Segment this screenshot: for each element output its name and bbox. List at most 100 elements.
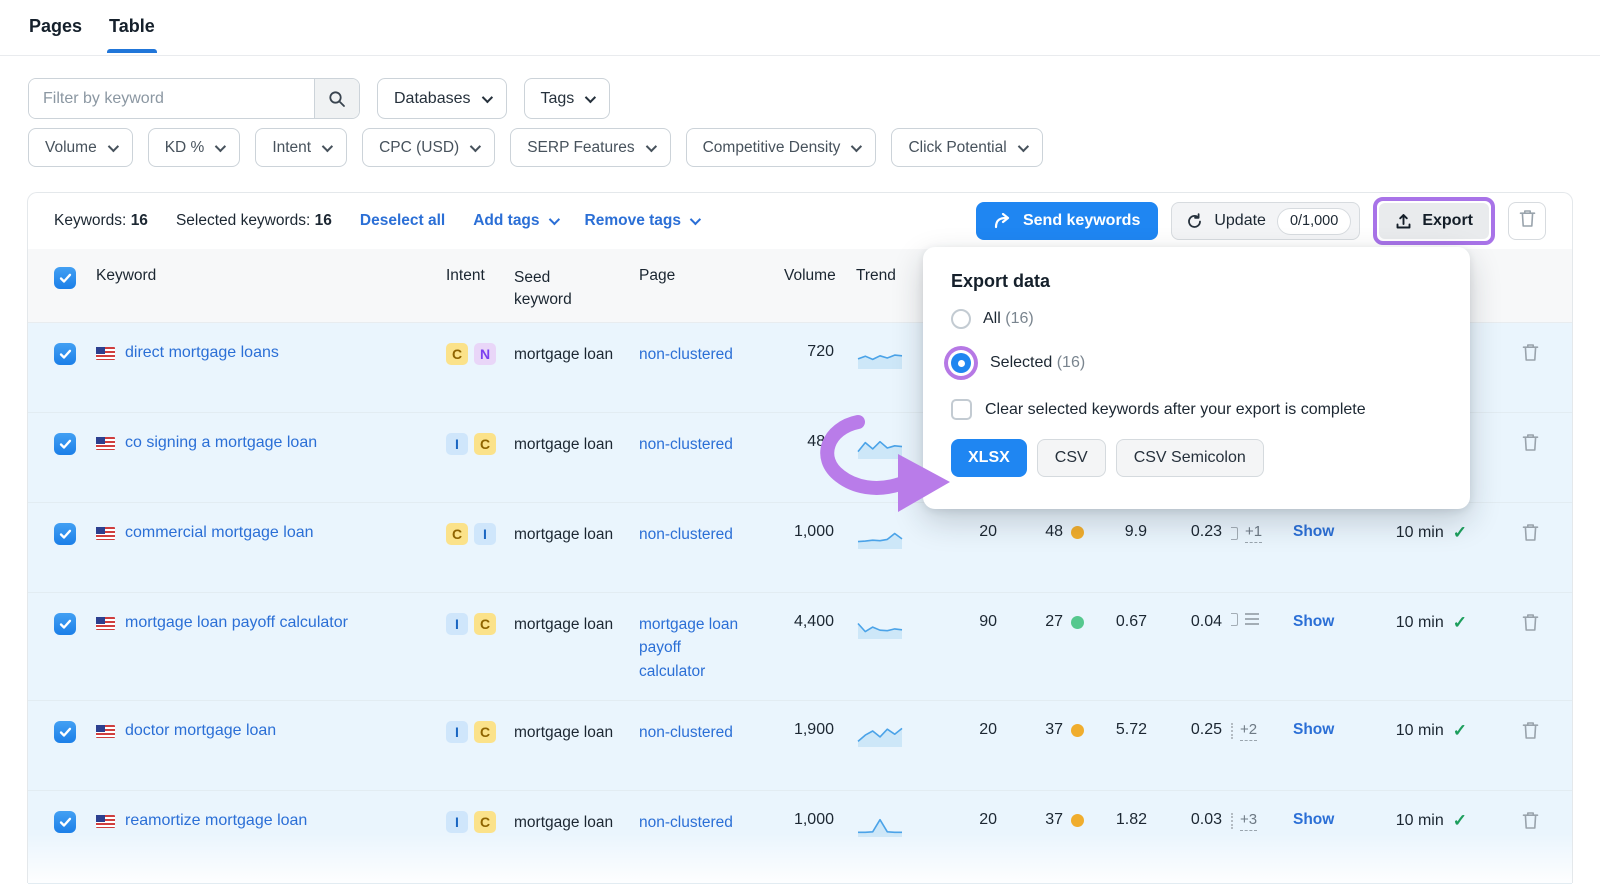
select-all-checkbox[interactable] [54, 267, 76, 289]
serp-extra-count[interactable]: +3 [1240, 811, 1257, 831]
filter-dropdown-label: Databases [394, 90, 471, 108]
search-button[interactable] [314, 79, 359, 118]
popup-title: Export data [951, 271, 1442, 292]
row-checkbox[interactable] [54, 433, 76, 455]
header-keyword[interactable]: Keyword [84, 267, 446, 322]
serp-extra-count[interactable]: +2 [1240, 721, 1257, 741]
row-checkbox[interactable] [54, 721, 76, 743]
filter-dropdown-label: Competitive Density [703, 139, 841, 157]
radio-unselected[interactable] [951, 309, 971, 329]
cpc-cell: 1.82 [1084, 811, 1147, 883]
row-delete-button[interactable] [1475, 721, 1572, 740]
keyword-link[interactable]: reamortize mortgage loan [125, 811, 307, 832]
header-seed-keyword[interactable]: Seed keyword [514, 267, 634, 322]
keyword-link[interactable]: doctor mortgage loan [125, 721, 276, 742]
volume-cell: 1,000 [784, 523, 840, 592]
filter-dropdown-tags[interactable]: Tags [524, 78, 611, 119]
trend-cell [840, 721, 914, 790]
show-link[interactable]: Show [1282, 523, 1358, 541]
volume-cell: 1,900 [784, 721, 840, 790]
trend-sparkline [856, 614, 904, 640]
serp-sitelinks-icon [1231, 613, 1238, 626]
export-option-label: Selected (16) [990, 354, 1085, 372]
serp-snippet-icon [1245, 613, 1259, 626]
export-format-csv[interactable]: CSV [1037, 439, 1106, 477]
remove-tags-dropdown[interactable]: Remove tags [585, 212, 698, 230]
delete-all-button[interactable] [1508, 202, 1546, 240]
intent-badge-c: C [474, 721, 496, 743]
show-link[interactable]: Show [1282, 811, 1358, 829]
clear-selected-checkbox[interactable] [951, 399, 972, 420]
row-delete-button[interactable] [1475, 811, 1572, 830]
search-input[interactable] [29, 79, 314, 118]
keyword-link[interactable]: co signing a mortgage loan [125, 433, 317, 454]
serp-sitelinks-icon [1231, 527, 1238, 540]
chevron-down-icon [322, 140, 333, 151]
filter-dropdown-click-potential[interactable]: Click Potential [891, 128, 1042, 167]
send-keywords-button[interactable]: Send keywords [976, 202, 1158, 240]
us-flag-icon [96, 725, 115, 738]
page-link[interactable]: non-clustered [639, 721, 733, 744]
trash-icon [1519, 209, 1536, 233]
export-option-label: All (16) [983, 310, 1034, 328]
radio-selected[interactable] [951, 353, 971, 373]
add-tags-dropdown[interactable]: Add tags [473, 212, 556, 230]
header-trend[interactable]: Trend [840, 267, 914, 322]
row-checkbox[interactable] [54, 613, 76, 635]
metric-cell: 20 [914, 811, 997, 883]
table-row: mortgage loan payoff calculatorICmortgag… [28, 593, 1572, 701]
update-button[interactable]: Update 0/1,000 [1171, 202, 1360, 240]
row-checkbox[interactable] [54, 343, 76, 365]
keyword-link[interactable]: commercial mortgage loan [125, 523, 314, 544]
row-delete-button[interactable] [1475, 613, 1572, 632]
trash-icon [1522, 433, 1539, 452]
header-intent[interactable]: Intent [446, 267, 514, 322]
keyword-link[interactable]: direct mortgage loans [125, 343, 279, 364]
filter-dropdown-kd-[interactable]: KD % [148, 128, 241, 167]
filter-dropdown-serp-features[interactable]: SERP Features [510, 128, 670, 167]
filter-dropdown-competitive-density[interactable]: Competitive Density [686, 128, 877, 167]
page-link[interactable]: non-clustered [639, 343, 733, 366]
show-link[interactable]: Show [1282, 721, 1358, 739]
show-link[interactable]: Show [1282, 613, 1358, 631]
chevron-down-icon [851, 140, 862, 151]
chevron-down-icon [215, 140, 226, 151]
header-volume[interactable]: Volume [784, 267, 840, 322]
export-option-all[interactable]: All (16) [951, 309, 1442, 329]
serp-extra-count[interactable]: +1 [1245, 523, 1262, 543]
seed-keyword-cell: mortgage loan [514, 523, 634, 592]
row-delete-button[interactable] [1475, 523, 1572, 542]
page-link[interactable]: non-clustered [639, 811, 733, 834]
tab-table[interactable]: Table [109, 0, 155, 52]
row-checkbox[interactable] [54, 523, 76, 545]
page-link[interactable]: non-clustered [639, 523, 733, 546]
row-delete-button[interactable] [1475, 343, 1572, 362]
export-data-popup: Export data All (16) Selected (16) Clear … [923, 247, 1470, 509]
tab-pages[interactable]: Pages [29, 0, 82, 52]
updated-cell: 10 min✓ [1358, 811, 1475, 831]
table-row: reamortize mortgage loanICmortgage loann… [28, 791, 1572, 884]
intent-badge-c: C [474, 433, 496, 455]
page-link[interactable]: mortgage loan payoff calculator [639, 613, 747, 683]
export-format-xlsx[interactable]: XLSX [951, 439, 1027, 477]
filter-dropdown-databases[interactable]: Databases [377, 78, 507, 119]
export-format-csv-semicolon[interactable]: CSV Semicolon [1116, 439, 1264, 477]
filter-dropdown-cpc-usd-[interactable]: CPC (USD) [362, 128, 495, 167]
keyword-link[interactable]: mortgage loan payoff calculator [125, 613, 348, 634]
deselect-all-link[interactable]: Deselect all [360, 212, 445, 230]
export-option-selected[interactable]: Selected (16) [951, 346, 1442, 380]
page-link[interactable]: non-clustered [639, 433, 733, 456]
kd-cell: 37 [997, 811, 1084, 829]
header-page[interactable]: Page [634, 267, 784, 322]
row-delete-button[interactable] [1475, 433, 1572, 452]
check-icon: ✓ [1453, 613, 1467, 633]
filter-dropdown-volume[interactable]: Volume [28, 128, 133, 167]
trend-sparkline [856, 812, 904, 838]
metric-cell: 90 [914, 613, 997, 700]
export-button[interactable]: Export [1379, 203, 1489, 239]
trash-icon [1519, 209, 1536, 228]
intent-badge-c: C [446, 523, 468, 545]
filter-dropdown-intent[interactable]: Intent [255, 128, 347, 167]
row-checkbox[interactable] [54, 811, 76, 833]
clear-selected-checkbox-row[interactable]: Clear selected keywords after your expor… [951, 399, 1442, 420]
